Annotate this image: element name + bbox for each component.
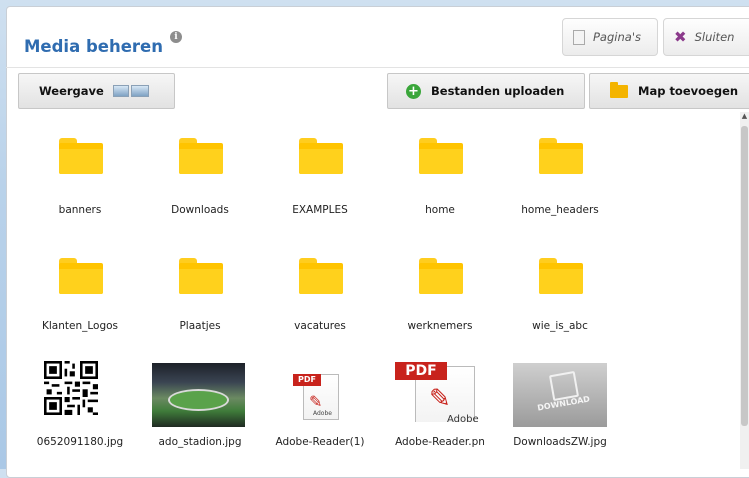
file-name: 0652091180.jpg <box>36 436 124 448</box>
folder-name: Downloads <box>171 204 229 216</box>
folder-icon <box>179 258 223 294</box>
folder-item[interactable]: banners <box>20 124 140 224</box>
folder-name: Plaatjes <box>179 320 221 332</box>
stadium-thumbnail <box>152 363 245 427</box>
add-folder-button[interactable]: Map toevoegen <box>589 73 749 109</box>
upload-label: Bestanden uploaden <box>431 84 565 98</box>
folder-item[interactable]: home_headers <box>500 124 620 224</box>
pages-icon <box>570 27 585 45</box>
add-folder-label: Map toevoegen <box>638 84 739 98</box>
folder-icon <box>539 258 583 294</box>
folder-item[interactable]: EXAMPLES <box>260 124 380 224</box>
folder-icon <box>610 81 628 98</box>
scroll-thumb[interactable] <box>741 126 748 426</box>
info-icon[interactable]: i <box>170 31 182 43</box>
folder-name: home_headers <box>521 204 599 216</box>
folder-item[interactable]: werknemers <box>380 236 500 336</box>
folder-icon <box>299 138 343 174</box>
folder-name: home <box>425 204 455 216</box>
scroll-up-icon[interactable]: ▲ <box>740 112 749 122</box>
file-name: Adobe-Reader.pn <box>395 436 485 448</box>
folder-icon <box>59 258 103 294</box>
view-mode-icon <box>112 85 149 97</box>
folder-item[interactable]: Plaatjes <box>140 236 260 336</box>
folder-item[interactable]: vacatures <box>260 236 380 336</box>
folder-icon <box>419 258 463 294</box>
qr-code-thumbnail <box>44 361 98 415</box>
folder-item[interactable]: Klanten_Logos <box>20 236 140 336</box>
vertical-scrollbar[interactable]: ▲ <box>740 112 749 469</box>
folder-name: werknemers <box>407 320 473 332</box>
folder-name: vacatures <box>294 320 346 332</box>
folder-name: EXAMPLES <box>292 204 348 216</box>
pdf-thumbnail: PDF ✎ Adobe <box>293 370 343 422</box>
folder-item[interactable]: Downloads <box>140 124 260 224</box>
folder-icon <box>179 138 223 174</box>
plus-icon: + <box>406 83 421 99</box>
paginas-label: Pagina's <box>593 30 641 44</box>
view-button[interactable]: Weergave <box>18 73 175 109</box>
adobe-logo-icon: ✎ <box>309 392 323 411</box>
media-grid: banners Downloads EXAMPLES home home_hea… <box>20 124 740 469</box>
header-divider <box>6 67 749 68</box>
close-label: Sluiten <box>694 30 735 44</box>
folder-icon <box>419 138 463 174</box>
folder-name: wie_is_abc <box>532 320 588 332</box>
close-button[interactable]: ✖ Sluiten <box>663 18 749 56</box>
folder-item[interactable]: home <box>380 124 500 224</box>
pdf-large-thumbnail: PDF ✎ Adobe <box>395 362 483 422</box>
page-title: Media beheren <box>24 37 163 56</box>
file-name: DownloadsZW.jpg <box>513 436 607 448</box>
folder-item[interactable]: wie_is_abc <box>500 236 620 336</box>
upload-files-button[interactable]: + Bestanden uploaden <box>387 73 585 109</box>
folder-icon <box>299 258 343 294</box>
folder-name: banners <box>58 204 102 216</box>
download-thumbnail: DOWNLOAD <box>513 363 607 427</box>
folder-icon <box>59 138 103 174</box>
folder-name: Klanten_Logos <box>41 320 119 332</box>
paginas-button[interactable]: Pagina's <box>562 18 658 56</box>
adobe-logo-icon: ✎ <box>429 384 451 414</box>
view-label: Weergave <box>39 84 104 98</box>
file-name: Adobe-Reader(1) <box>275 436 365 448</box>
close-icon: ✖ <box>674 27 687 46</box>
file-name: ado_stadion.jpg <box>158 436 242 448</box>
folder-icon <box>539 138 583 174</box>
